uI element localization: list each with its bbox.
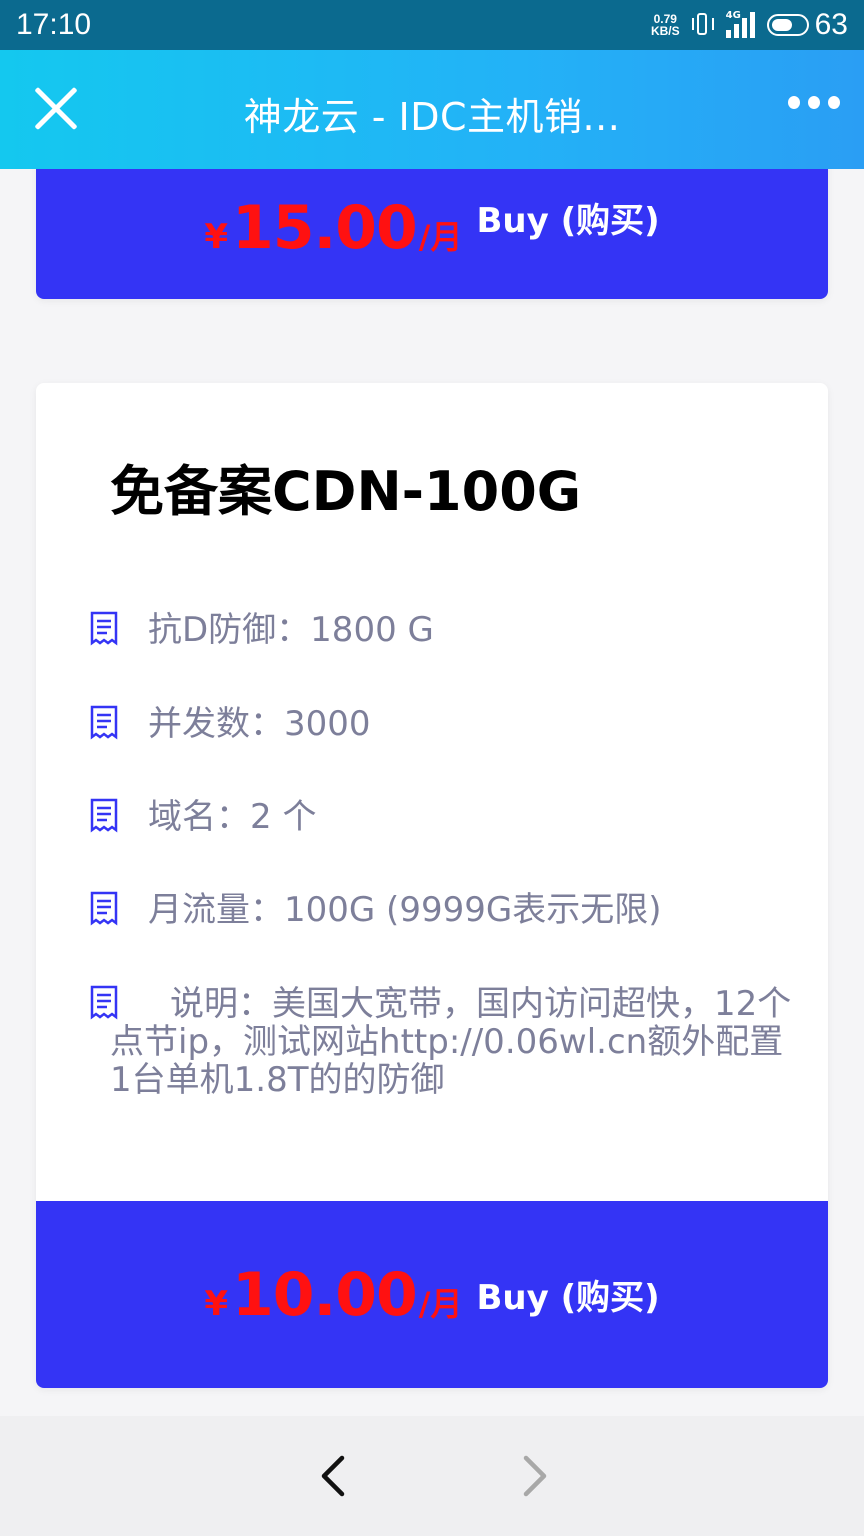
price: ¥ 10.00 /月	[204, 1260, 462, 1330]
product-card: 免备案CDN-100G 抗D防御：1800 G 并发数：3000 域名：2 个 …	[36, 383, 828, 1388]
feature-item: 抗D防御：1800 G	[88, 611, 804, 649]
price-period: /月	[418, 218, 463, 256]
app-header: 神龙云 - IDC主机销...	[0, 50, 864, 169]
buy-label: Buy (购买)	[476, 201, 660, 241]
buy-label: Buy (购买)	[476, 1278, 660, 1318]
receipt-icon	[90, 985, 118, 1020]
buy-button[interactable]: ¥ 10.00 /月 Buy (购买)	[36, 1201, 828, 1388]
bottom-nav	[0, 1416, 864, 1536]
feature-text: 月流量：100G (9999G表示无限)	[148, 890, 662, 930]
price: ¥ 15.00 /月	[204, 193, 462, 263]
feature-item: 并发数：3000	[88, 705, 804, 743]
battery: 63	[766, 8, 848, 42]
more-icon[interactable]	[788, 96, 840, 112]
receipt-icon	[90, 891, 118, 926]
network-speed-unit: KB/S	[650, 24, 680, 38]
status-time: 17:10	[16, 8, 92, 41]
feature-item: 域名：2 个	[88, 798, 804, 836]
feature-text: 说明：美国大宽带，国内访问超快，12个点节ip，测试网站http://0.06w…	[110, 984, 792, 1100]
receipt-icon	[90, 705, 118, 740]
network-type: 4G	[725, 10, 741, 21]
chevron-right-icon[interactable]	[512, 1454, 556, 1498]
price-currency: ¥	[204, 217, 228, 257]
price-amount: 15.00	[231, 193, 418, 263]
signal-icon: 4G	[725, 10, 755, 38]
receipt-icon	[90, 798, 118, 833]
feature-item: 月流量：100G (9999G表示无限)	[88, 891, 804, 929]
buy-button[interactable]: ¥ 15.00 /月 Buy (购买)	[36, 169, 828, 299]
receipt-icon	[90, 611, 118, 646]
battery-level	[771, 19, 792, 31]
battery-percent: 63	[814, 8, 848, 41]
status-bar: 17:10 0.79 KB/S 4G 63	[0, 0, 864, 50]
page-content[interactable]: ¥ 15.00 /月 Buy (购买) 免备案CDN-100G 抗D防御：180…	[0, 169, 864, 1416]
network-speed: 0.79 KB/S	[651, 13, 680, 37]
page-title: 神龙云 - IDC主机销...	[243, 95, 621, 139]
vibrate-icon	[691, 12, 714, 38]
status-icons: 0.79 KB/S 4G 63	[651, 8, 848, 42]
feature-item: 说明：美国大宽带，国内访问超快，12个点节ip，测试网站http://0.06w…	[88, 985, 804, 1099]
feature-text: 抗D防御：1800 G	[148, 610, 434, 650]
price-period: /月	[418, 1284, 463, 1323]
price-amount: 10.00	[231, 1259, 418, 1330]
feature-text: 并发数：3000	[148, 704, 371, 744]
chevron-left-icon[interactable]	[312, 1454, 356, 1498]
previous-product-card: ¥ 15.00 /月 Buy (购买)	[36, 169, 828, 299]
battery-icon	[766, 14, 809, 36]
product-title: 免备案CDN-100G	[110, 460, 582, 523]
feature-text: 域名：2 个	[148, 797, 317, 837]
price-currency: ¥	[204, 1283, 228, 1324]
